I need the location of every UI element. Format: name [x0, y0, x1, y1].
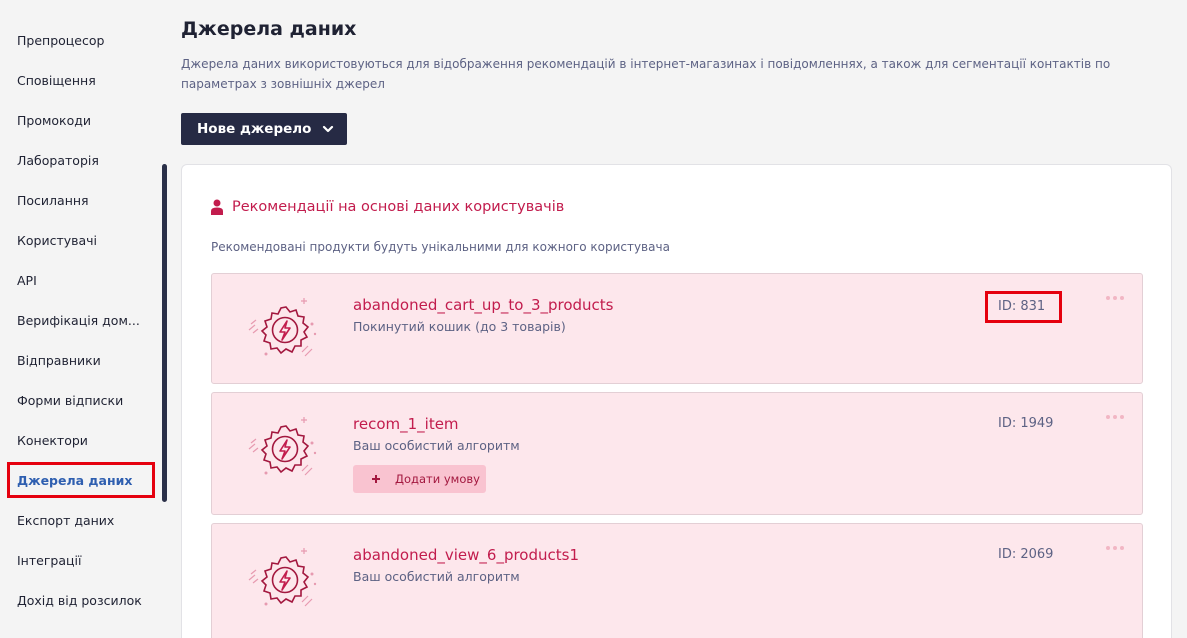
chevron-down-icon	[322, 125, 334, 133]
card-name[interactable]: abandoned_view_6_products1	[353, 546, 579, 564]
sidebar-item-mailing-revenue[interactable]: Дохід від розсилок	[7, 582, 155, 618]
card-description: Ваш особистий алгоритм	[353, 569, 520, 584]
sidebar-item-data-sources[interactable]: Джерела даних	[7, 462, 155, 498]
recommendations-panel: Рекомендації на основі даних користувачі…	[181, 164, 1172, 638]
sidebar-item-api[interactable]: API	[7, 262, 155, 298]
card-description: Ваш особистий алгоритм	[353, 438, 520, 453]
sidebar-item-preprocessor[interactable]: Препроцесор	[7, 22, 155, 58]
sidebar-scrollbar[interactable]	[162, 164, 167, 502]
plus-icon	[372, 475, 380, 483]
card-id: ID: 1949	[998, 416, 1054, 431]
data-source-card[interactable]: abandoned_cart_up_to_3_products Покинути…	[211, 273, 1143, 384]
sidebar-item-data-export[interactable]: Експорт даних	[7, 502, 155, 538]
lightning-badge-icon	[248, 417, 317, 476]
card-id: ID: 831	[985, 291, 1062, 323]
section-subtitle: Рекомендовані продукти будуть унікальним…	[211, 240, 670, 254]
card-id: ID: 2069	[998, 547, 1054, 562]
lightning-badge-icon	[248, 548, 317, 607]
new-source-button[interactable]: Нове джерело	[181, 113, 347, 145]
more-options-icon[interactable]	[1105, 294, 1125, 302]
lightning-badge-icon	[248, 298, 317, 357]
section-header: Рекомендації на основі даних користувачі…	[211, 199, 564, 215]
sidebar-item-integrations[interactable]: Інтеграції	[7, 542, 155, 578]
card-name[interactable]: abandoned_cart_up_to_3_products	[353, 296, 614, 314]
sidebar-item-senders[interactable]: Відправники	[7, 342, 155, 378]
card-description: Покинутий кошик (до 3 товарів)	[353, 319, 566, 334]
sidebar-item-laboratory[interactable]: Лабораторія	[7, 142, 155, 178]
data-source-card[interactable]: abandoned_view_6_products1 Ваш особистий…	[211, 523, 1143, 638]
page-description: Джерела даних використовуються для відоб…	[181, 57, 1111, 91]
sidebar: Препроцесор Сповіщення Промокоди Лаборат…	[0, 0, 170, 638]
new-source-label: Нове джерело	[197, 121, 312, 137]
sidebar-item-users[interactable]: Користувачі	[7, 222, 155, 258]
sidebar-item-domain-verification[interactable]: Верифікація дом...	[7, 302, 155, 338]
add-condition-button[interactable]: Додати умову	[353, 465, 486, 493]
sidebar-item-promocodes[interactable]: Промокоди	[7, 102, 155, 138]
sidebar-item-notifications[interactable]: Сповіщення	[7, 62, 155, 98]
more-options-icon[interactable]	[1105, 413, 1125, 421]
page-title: Джерела даних	[181, 18, 357, 40]
card-name[interactable]: recom_1_item	[353, 415, 459, 433]
more-options-icon[interactable]	[1105, 544, 1125, 552]
user-icon	[211, 199, 223, 215]
sidebar-item-unsubscribe-forms[interactable]: Форми відписки	[7, 382, 155, 418]
sidebar-item-links[interactable]: Посилання	[7, 182, 155, 218]
sidebar-item-connectors[interactable]: Конектори	[7, 422, 155, 458]
section-title: Рекомендації на основі даних користувачі…	[232, 199, 565, 215]
data-source-card[interactable]: recom_1_item Ваш особистий алгоритм ID: …	[211, 392, 1143, 515]
add-condition-label: Додати умову	[395, 472, 480, 486]
